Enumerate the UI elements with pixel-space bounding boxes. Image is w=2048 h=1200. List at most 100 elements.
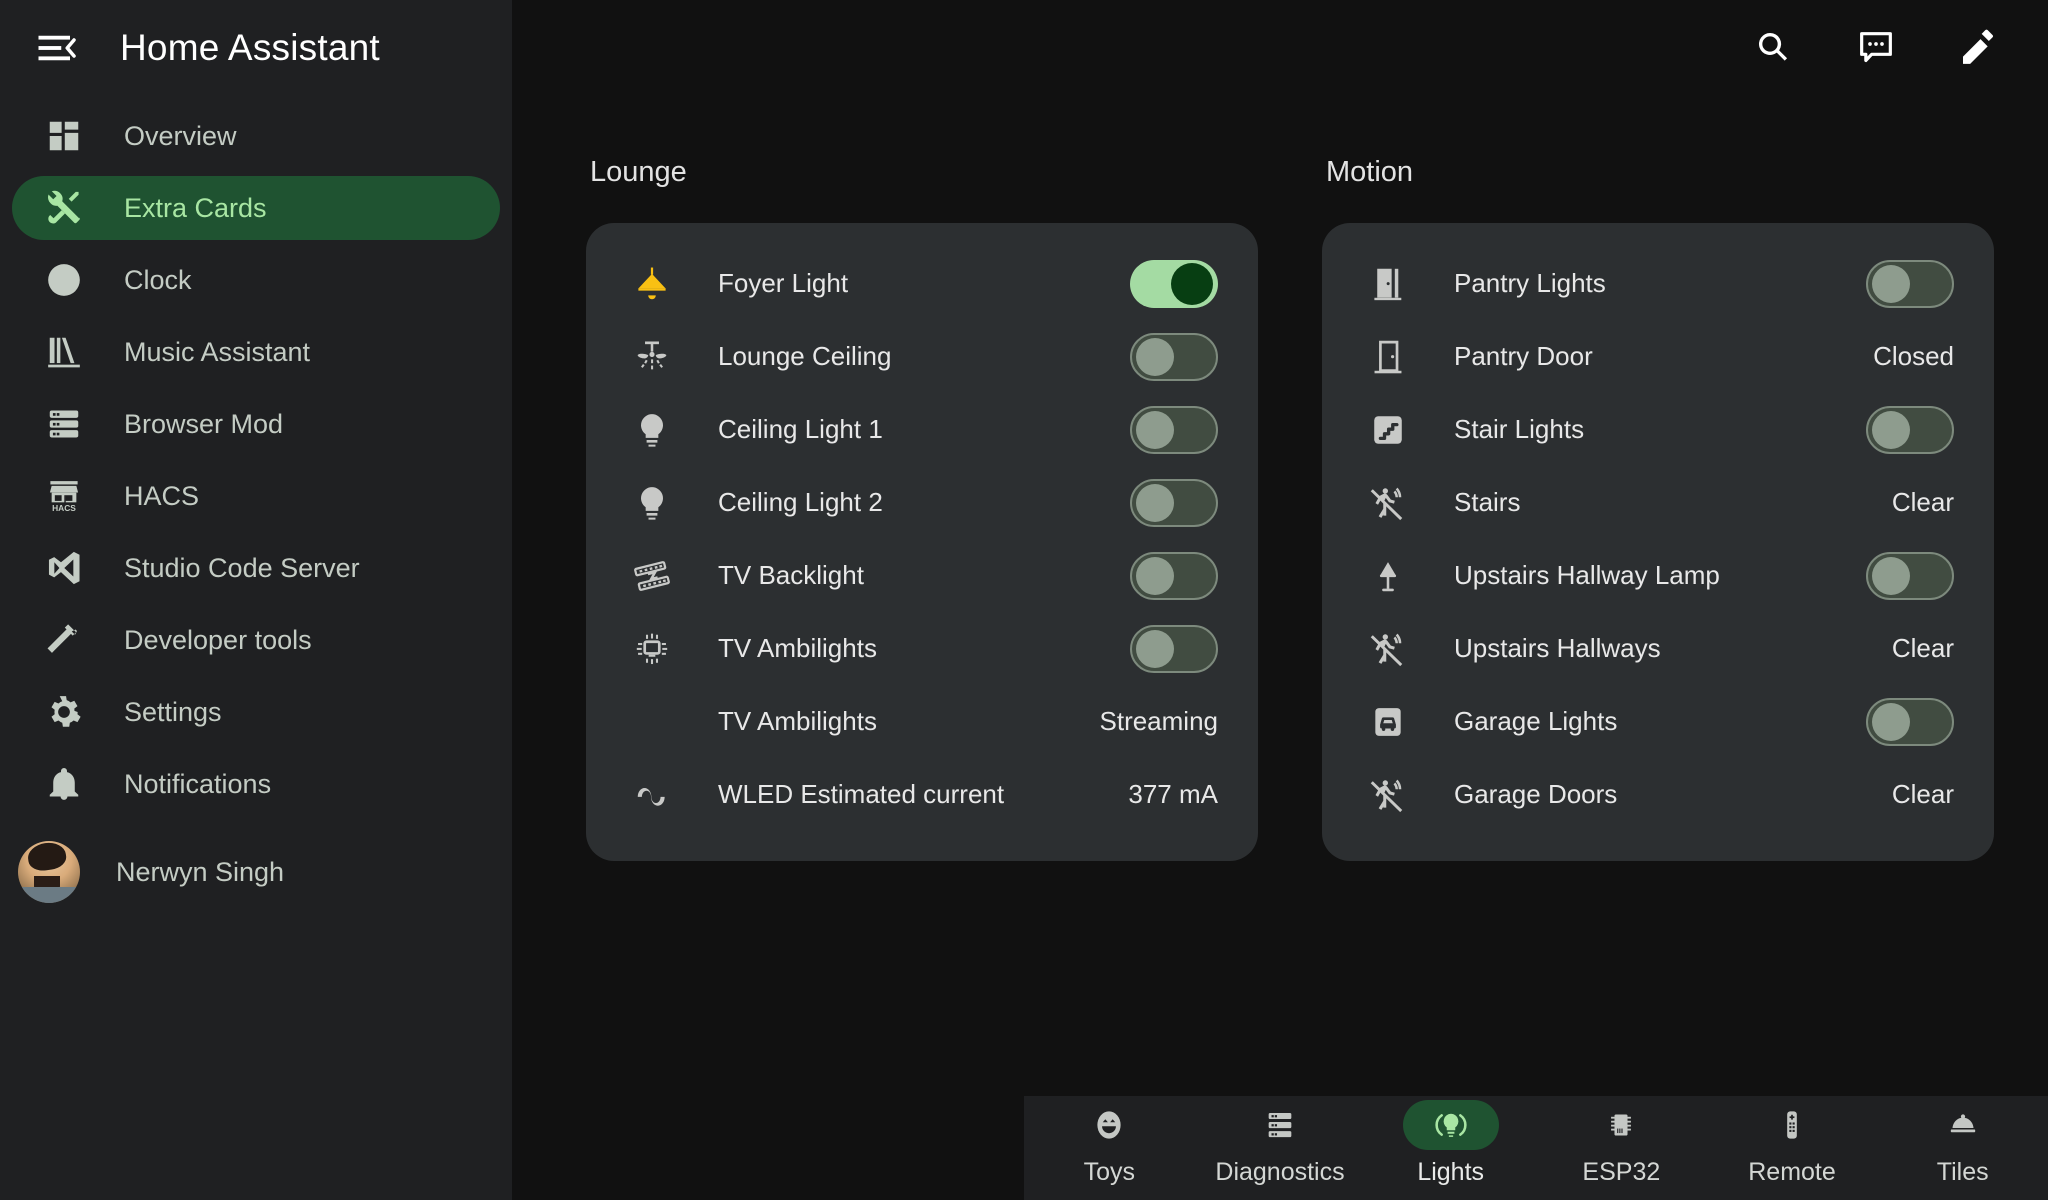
entity-toggle[interactable]	[1130, 624, 1218, 673]
vscode-icon	[40, 544, 88, 592]
bottom-navigation: Toys Diagnostics Lights ESP32 Remote Til…	[1024, 1096, 2048, 1200]
entity-row[interactable]: Upstairs Hallways Clear	[1362, 612, 1954, 685]
bottom-nav-label: Diagnostics	[1215, 1158, 1345, 1186]
sidebar-item-browser-mod[interactable]: Browser Mod	[12, 392, 500, 456]
lightbulb-on-icon	[1402, 1100, 1499, 1150]
ceiling-light-icon	[626, 265, 678, 303]
bottom-nav-item-remote[interactable]: Remote	[1707, 1100, 1878, 1187]
sidebar-item-developer-tools[interactable]: Developer tools	[12, 608, 500, 672]
ceiling-fan-light-icon	[626, 338, 678, 376]
column-heading: Motion	[1326, 156, 1414, 188]
sidebar-user-profile[interactable]: Nerwyn Singh	[0, 824, 512, 920]
entity-name: Pantry Door	[1454, 341, 1593, 371]
sidebar-item-notifications[interactable]: Notifications	[12, 752, 500, 816]
column-motion: Motion Pantry Lights Pantry Door Closed …	[1322, 96, 1994, 1096]
entity-row[interactable]: Foyer Light	[626, 247, 1218, 320]
search-icon[interactable]	[1746, 20, 1802, 76]
garage-icon	[1362, 703, 1414, 741]
door-closed-icon	[1362, 338, 1414, 376]
menu-collapse-icon[interactable]	[24, 16, 88, 80]
emoticon-icon	[1061, 1100, 1157, 1150]
television-ambient-light-icon	[626, 630, 678, 668]
entity-row[interactable]: WLED Estimated current 377 mA	[626, 758, 1218, 831]
motion-sensor-off-icon	[1362, 630, 1414, 668]
sidebar-item-label: Clock	[124, 264, 192, 295]
entity-row[interactable]: Ceiling Light 1	[626, 393, 1218, 466]
hammer-icon	[40, 616, 88, 664]
entity-toggle[interactable]	[1130, 478, 1218, 527]
stairs-icon	[1362, 411, 1414, 449]
comment-dots-icon[interactable]	[1848, 20, 1904, 76]
sidebar-item-label: Music Assistant	[124, 336, 311, 367]
entity-toggle[interactable]	[1866, 551, 1954, 600]
bottom-nav-item-diagnostics[interactable]: Diagnostics	[1195, 1100, 1366, 1187]
bottom-nav-item-lights[interactable]: Lights	[1365, 1100, 1536, 1187]
pencil-icon[interactable]	[1950, 20, 2006, 76]
entity-toggle[interactable]	[1130, 551, 1218, 600]
clock-icon	[40, 256, 88, 304]
entity-row[interactable]: Pantry Door Closed	[1362, 320, 1954, 393]
entity-name: Stair Lights	[1454, 414, 1585, 444]
entity-toggle[interactable]	[1866, 259, 1954, 308]
remote-icon	[1744, 1100, 1840, 1150]
bell-icon	[40, 760, 88, 808]
column-heading: Lounge	[590, 156, 687, 188]
entity-row[interactable]: Ceiling Light 2	[626, 466, 1218, 539]
entity-name: Upstairs Hallways	[1454, 633, 1661, 663]
sidebar-item-studio-code-server[interactable]: Studio Code Server	[12, 536, 500, 600]
entity-row[interactable]: Stair Lights	[1362, 393, 1954, 466]
entity-row[interactable]: Garage Doors Clear	[1362, 758, 1954, 831]
entity-row[interactable]: TV Ambilights Streaming	[626, 685, 1218, 758]
sidebar-item-extra-cards[interactable]: Extra Cards	[12, 176, 500, 240]
entity-name: WLED Estimated current	[718, 779, 1005, 809]
sidebar-item-music-assistant[interactable]: Music Assistant	[12, 320, 500, 384]
entity-name: Pantry Lights	[1454, 268, 1606, 298]
bottom-nav-item-tiles[interactable]: Tiles	[1877, 1100, 2048, 1187]
lightbulb-icon	[626, 411, 678, 449]
entity-name: Garage Lights	[1454, 706, 1618, 736]
hacs-storefront-icon: HACS	[40, 472, 88, 520]
sidebar-item-label: HACS	[124, 480, 200, 511]
menu-collapse-glyph	[38, 35, 76, 61]
bottom-nav-item-toys[interactable]: Toys	[1024, 1100, 1195, 1187]
tools-icon	[40, 184, 88, 232]
entity-row[interactable]: Lounge Ceiling	[626, 320, 1218, 393]
gear-icon	[40, 688, 88, 736]
entity-row[interactable]: TV Ambilights	[626, 612, 1218, 685]
motion-sensor-off-icon	[1362, 484, 1414, 522]
bookshelf-icon	[40, 328, 88, 376]
door-open-icon	[1362, 265, 1414, 303]
lightbulb-icon	[626, 484, 678, 522]
column-lounge: Lounge Foyer Light Lounge Ceiling Ceilin…	[586, 96, 1258, 1096]
entity-toggle[interactable]	[1866, 405, 1954, 454]
sidebar-item-settings[interactable]: Settings	[12, 680, 500, 744]
sine-wave-icon	[626, 776, 678, 814]
sidebar-item-label: Settings	[124, 696, 222, 727]
bottom-nav-item-esp32[interactable]: ESP32	[1536, 1100, 1707, 1187]
entity-name: Foyer Light	[718, 268, 849, 298]
entity-name: Stairs	[1454, 487, 1521, 517]
sidebar-item-clock[interactable]: Clock	[12, 248, 500, 312]
entity-state: Streaming	[1099, 706, 1219, 736]
entity-row[interactable]: TV Backlight	[626, 539, 1218, 612]
entity-toggle[interactable]	[1866, 697, 1954, 746]
entity-name: TV Backlight	[718, 560, 864, 590]
bottom-nav-label: Remote	[1748, 1158, 1836, 1186]
sidebar-item-hacs[interactable]: HACS HACS	[12, 464, 500, 528]
sidebar-item-overview[interactable]: Overview	[12, 104, 500, 168]
bottom-nav-label: Lights	[1417, 1158, 1485, 1186]
sidebar-header: Home Assistant	[0, 0, 512, 96]
entity-state: Clear	[1891, 779, 1954, 809]
entity-name: Upstairs Hallway Lamp	[1454, 560, 1720, 590]
entity-row[interactable]: Stairs Clear	[1362, 466, 1954, 539]
bottom-nav-label: ESP32	[1582, 1158, 1661, 1186]
entity-row[interactable]: Pantry Lights	[1362, 247, 1954, 320]
entity-row[interactable]: Garage Lights	[1362, 685, 1954, 758]
entity-toggle[interactable]	[1130, 259, 1218, 308]
entity-row[interactable]: Upstairs Hallway Lamp	[1362, 539, 1954, 612]
entity-name: Ceiling Light 2	[718, 487, 883, 517]
dashboard-columns: Lounge Foyer Light Lounge Ceiling Ceilin…	[512, 96, 2048, 1096]
entity-toggle[interactable]	[1130, 405, 1218, 454]
main-area: Lounge Foyer Light Lounge Ceiling Ceilin…	[512, 0, 2048, 1200]
entity-toggle[interactable]	[1130, 332, 1218, 381]
